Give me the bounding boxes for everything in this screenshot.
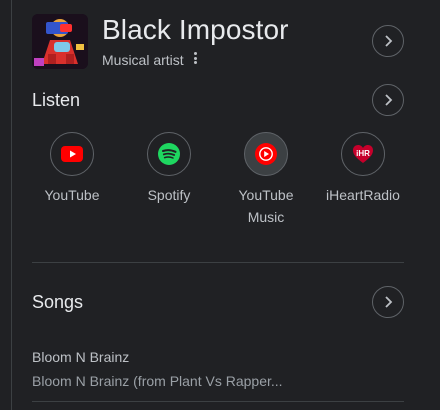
entity-title: Black Impostor: [102, 14, 289, 45]
section-divider: [32, 262, 404, 263]
provider-label: Spotify: [147, 187, 191, 203]
listen-heading: Listen: [32, 90, 81, 110]
chevron-right-icon: [385, 35, 393, 47]
provider-youtube-music-button[interactable]: [244, 132, 288, 176]
provider-spotify[interactable]: Spotify: [124, 132, 214, 232]
provider-youtube-button[interactable]: [50, 132, 94, 176]
song-album: Bloom N Brainz (from Plant Vs Rapper...: [32, 373, 283, 389]
songs-heading: Songs: [32, 292, 84, 312]
more-options-icon[interactable]: [190, 50, 200, 66]
listen-more-button[interactable]: [372, 84, 404, 116]
left-border-line: [11, 0, 12, 410]
song-title[interactable]: Bloom N Brainz: [32, 349, 129, 365]
artist-thumbnail[interactable]: [32, 14, 88, 69]
provider-iheartradio-button[interactable]: iHR: [341, 132, 385, 176]
knowledge-panel: Black Impostor Musical artist Listen You…: [32, 0, 404, 410]
songs-more-button[interactable]: [372, 286, 404, 318]
section-divider: [32, 401, 404, 402]
svg-text:iHR: iHR: [356, 149, 370, 158]
chevron-right-icon: [385, 296, 393, 308]
provider-label: YouTube Music: [238, 187, 294, 225]
provider-youtube-music[interactable]: YouTube Music: [221, 132, 311, 232]
youtube-music-icon: [255, 143, 277, 165]
spotify-icon: [158, 143, 180, 165]
provider-iheartradio[interactable]: iHR iHeartRadio: [318, 132, 408, 232]
iheartradio-icon: iHR: [353, 145, 373, 163]
entity-header: Black Impostor Musical artist: [32, 14, 404, 70]
provider-spotify-button[interactable]: [147, 132, 191, 176]
header-expand-button[interactable]: [372, 25, 404, 57]
chevron-right-icon: [385, 94, 393, 106]
listen-providers: YouTube Spotify YouTube Music iHR iHeart…: [32, 132, 404, 232]
youtube-icon: [61, 146, 83, 162]
provider-label: YouTube: [44, 187, 100, 203]
provider-label: iHeartRadio: [326, 187, 400, 203]
provider-youtube[interactable]: YouTube: [27, 132, 117, 232]
entity-subtitle: Musical artist: [102, 52, 184, 68]
